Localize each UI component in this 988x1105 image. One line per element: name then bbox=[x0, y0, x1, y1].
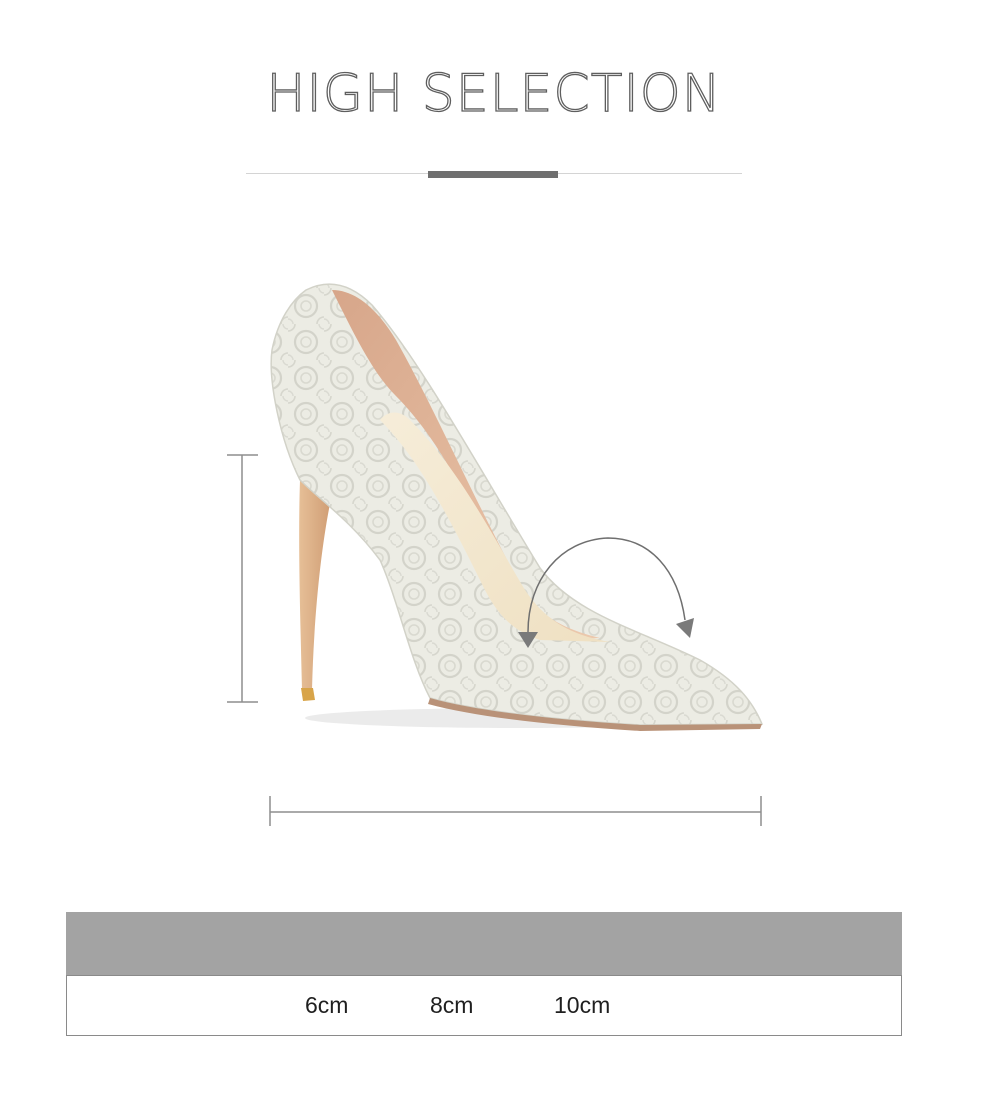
shoe-length-measure bbox=[269, 796, 762, 826]
product-illustration bbox=[227, 283, 764, 826]
heel-option-6cm: 6cm bbox=[305, 992, 349, 1018]
heel-stiletto bbox=[299, 475, 332, 701]
table-header-bar bbox=[66, 912, 902, 975]
heel-option-10cm: 10cm bbox=[554, 992, 611, 1018]
shoe-body bbox=[270, 283, 764, 731]
heel-height-measure bbox=[227, 454, 258, 703]
heel-option-8cm: 8cm bbox=[430, 992, 474, 1018]
heel-height-options-row: 6cm 8cm 10cm bbox=[66, 975, 902, 1036]
heel-height-table: 6cm 8cm 10cm bbox=[66, 912, 902, 1036]
